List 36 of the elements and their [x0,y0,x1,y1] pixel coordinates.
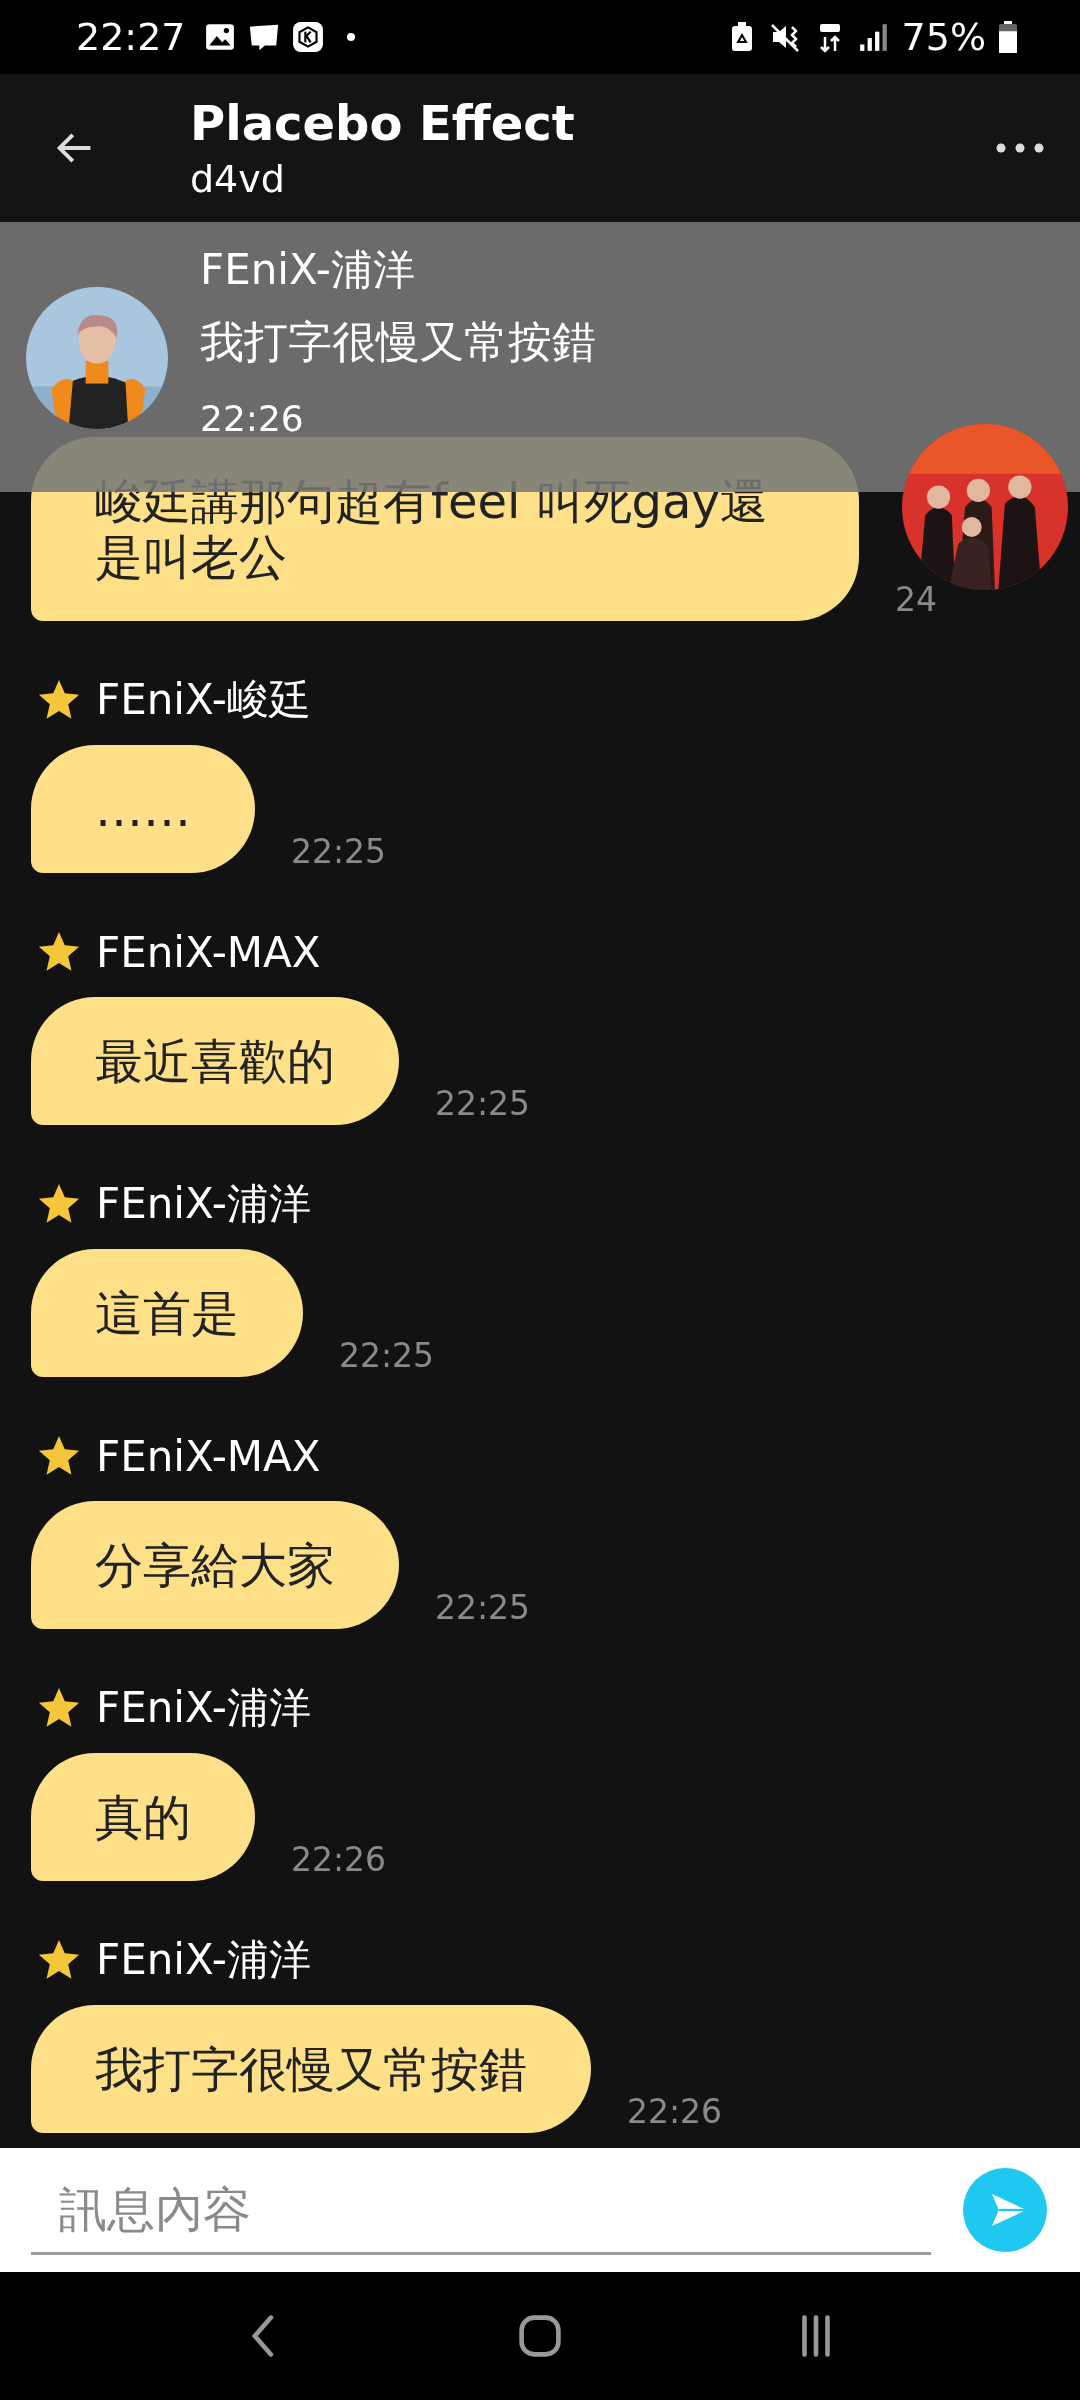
message-bubble: 分享給大家 [31,1501,399,1629]
signal-icon [857,21,890,53]
chat-subtitle: d4vd [190,156,286,202]
message-time: 22:26 [291,1840,387,1881]
battery-percentage: 75% [901,15,986,59]
sender-name: FEniX-浦洋 [96,1682,311,1734]
message-bubble: 這首是 [31,1249,303,1377]
status-time: 22:27 [76,15,186,59]
message-input-field[interactable]: 訊息內容 [31,2165,931,2255]
sender-name: FEniX-浦洋 [96,1934,311,1986]
message-bubble: …… [31,745,255,873]
message-time: 24 [895,580,937,621]
sender-name: FEniX-MAX [96,1431,321,1481]
battery-icon [998,20,1018,54]
gallery-icon [203,21,236,53]
message-time: 22:25 [339,1336,435,1377]
home-icon [517,2313,563,2359]
message-composer[interactable]: 訊息內容 [0,2148,1080,2272]
notification-message: 我打字很慢又常按錯 [200,315,596,369]
message-bubble: 最近喜歡的 [31,997,399,1125]
sender-name: FEniX-MAX [96,927,321,977]
sender-name: FEniX-峻廷 [96,674,311,726]
message-bubble: 真的 [31,1753,255,1881]
more-icon [995,142,1045,154]
app-icon [291,21,324,53]
chat-title: Placebo Effect [190,94,575,152]
message-time: 22:25 [291,832,387,873]
notification-sender: FEniX-浦洋 [200,244,416,296]
message-time: 22:25 [435,1588,531,1629]
home-button[interactable] [517,2313,563,2359]
message-time: 22:26 [627,2092,723,2133]
message-time: 22:25 [435,1084,531,1125]
message-bubble: 我打字很慢又常按錯 [31,2005,591,2133]
sender-name: FEniX-浦洋 [96,1178,311,1230]
notification-banner[interactable]: FEniX-浦洋 我打字很慢又常按錯 22:26 [0,222,1080,492]
notification-dot-icon [345,32,356,42]
